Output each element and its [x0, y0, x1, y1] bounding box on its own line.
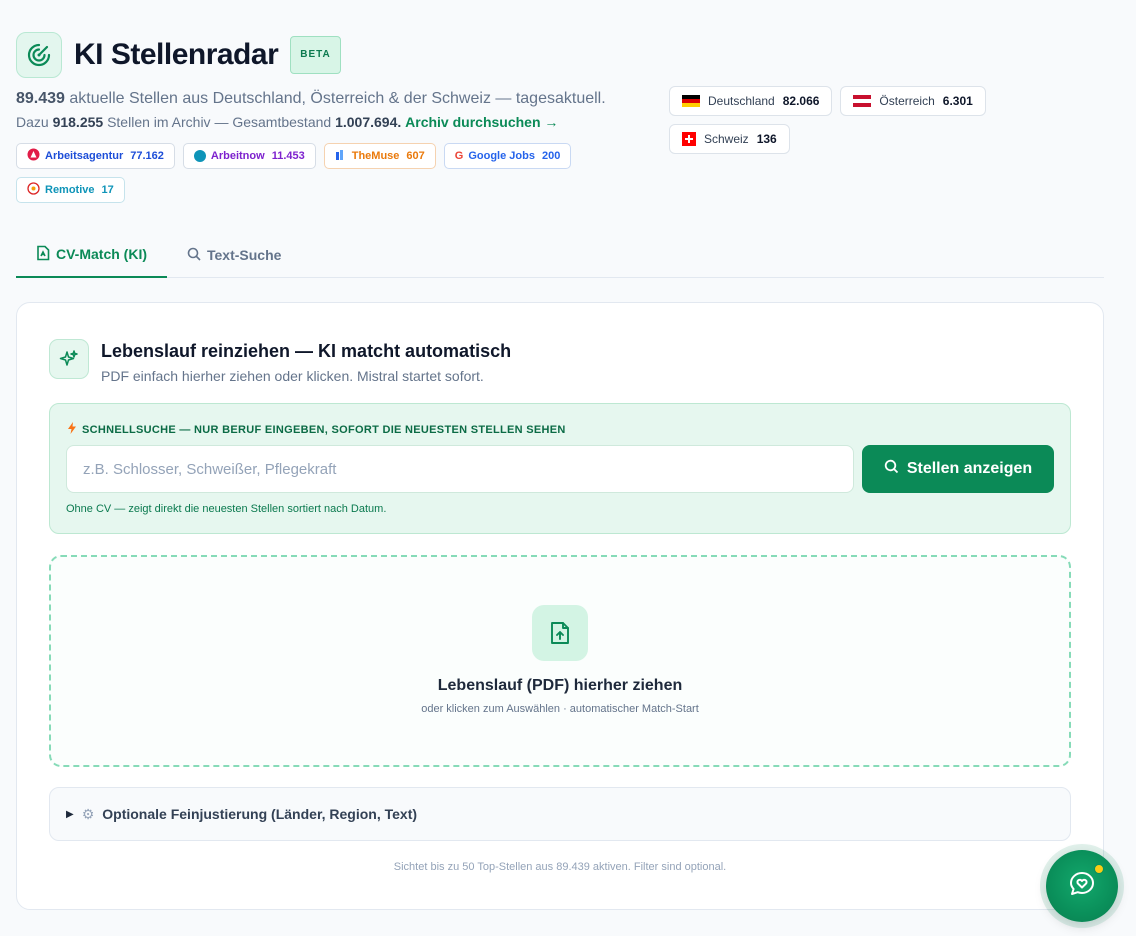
sparkles-icon [49, 339, 89, 379]
card-footer-note: Sichtet bis zu 50 Top-Stellen aus 89.439… [393, 861, 727, 873]
job-search-input[interactable] [66, 445, 854, 493]
source-name: Remotive [45, 184, 95, 196]
quick-search-panel: SCHNELLSUCHE — NUR BERUF EINGEBEN, SOFOR… [49, 403, 1071, 534]
themuse-icon [335, 149, 347, 164]
archive-mid: Stellen im Archiv — Gesamtbestand [107, 114, 332, 130]
country-name: Schweiz [704, 132, 749, 146]
tab-cv-match[interactable]: CV-Match (KI) [16, 232, 167, 278]
show-jobs-button-label: Stellen anzeigen [906, 460, 1033, 477]
radar-logo-icon [16, 32, 62, 78]
archive-stats: Dazu 918.255 Stellen im Archiv — Gesamtb… [16, 114, 656, 130]
remotive-icon [27, 182, 40, 198]
arbeitsagentur-icon [27, 148, 40, 164]
country-count: 6.301 [942, 94, 973, 108]
source-count: 200 [541, 150, 561, 162]
de-flag-icon [682, 95, 700, 107]
source-arbeitnow[interactable]: Arbeitnow 11.453 [182, 143, 316, 169]
active-stats: 89.439 aktuelle Stellen aus Deutschland,… [16, 90, 656, 108]
tab-label: Text-Suche [207, 247, 282, 263]
country-count: 136 [756, 132, 777, 146]
title-row: KI Stellenradar BETA [16, 32, 656, 78]
mode-tabs: CV-Match (KI) Text-Suche [16, 232, 1104, 278]
dropzone-subtitle: oder klicken zum Auswählen · automatisch… [421, 703, 699, 715]
gear-icon: ⚙ [81, 805, 95, 822]
caret-right-icon: ▶ [66, 808, 74, 820]
country-name: Österreich [879, 94, 935, 108]
card-subtitle: PDF einfach hierher ziehen oder klicken.… [101, 368, 484, 384]
beta-badge: BETA [290, 36, 341, 74]
tab-text-suche[interactable]: Text-Suche [167, 232, 301, 278]
document-icon [36, 245, 50, 264]
quick-search-label-text: SCHNELLSUCHE — NUR BERUF EINGEBEN, SOFOR… [82, 423, 566, 436]
google-icon: G [454, 150, 464, 162]
search-icon [187, 247, 201, 264]
country-oesterreich[interactable]: Österreich 6.301 [840, 86, 986, 116]
quick-search-label: SCHNELLSUCHE — NUR BERUF EINGEBEN, SOFOR… [68, 422, 566, 437]
notification-dot [1094, 864, 1104, 874]
country-count: 82.066 [782, 94, 820, 108]
tab-label: CV-Match (KI) [56, 246, 147, 262]
show-jobs-button[interactable]: Stellen anzeigen [862, 445, 1054, 493]
arbeitnow-icon [193, 150, 206, 162]
at-flag-icon [853, 95, 872, 107]
heart-chat-icon [1068, 870, 1096, 903]
cv-match-card: Lebenslauf reinziehen — KI matcht automa… [16, 302, 1104, 910]
header: KI Stellenradar BETA 89.439 aktuelle Ste… [16, 32, 656, 203]
dropzone-title: Lebenslauf (PDF) hierher ziehen [437, 677, 683, 694]
source-count: 607 [406, 150, 425, 162]
archive-prefix: Dazu [16, 114, 49, 130]
lightning-icon [68, 422, 76, 437]
active-count: 89.439 [16, 90, 65, 107]
cv-dropzone[interactable]: Lebenslauf (PDF) hierher ziehen oder kli… [49, 555, 1071, 767]
country-name: Deutschland [708, 94, 775, 108]
advanced-options-toggle[interactable]: ▶ ⚙ Optionale Feinjustierung (Länder, Re… [49, 787, 1071, 841]
chat-feedback-button[interactable] [1046, 850, 1118, 922]
file-upload-icon [532, 605, 588, 661]
source-google-jobs[interactable]: G Google Jobs 200 [443, 143, 572, 169]
source-name: Arbeitnow [210, 150, 265, 162]
total-count: 1.007.694. [335, 114, 402, 130]
search-icon [884, 459, 899, 479]
active-text: aktuelle Stellen aus Deutschland, Österr… [69, 90, 606, 107]
archive-search-link[interactable]: Archiv durchsuchen → [405, 114, 558, 130]
source-name: Arbeitsagentur [45, 150, 124, 162]
source-remotive[interactable]: Remotive 17 [16, 177, 125, 203]
source-list: Arbeitsagentur 77.162 Arbeitnow 11.453 T… [16, 143, 616, 203]
source-count: 11.453 [271, 150, 305, 162]
source-arbeitsagentur[interactable]: Arbeitsagentur 77.162 [16, 143, 175, 169]
app-title: KI Stellenradar [74, 38, 279, 71]
quick-search-hint: Ohne CV — zeigt direkt die neuesten Stel… [66, 503, 387, 515]
source-count: 77.162 [130, 150, 164, 162]
card-header: Lebenslauf reinziehen — KI matcht automa… [49, 339, 511, 384]
country-schweiz[interactable]: Schweiz 136 [669, 124, 790, 154]
card-heading-text: Lebenslauf reinziehen — KI matcht automa… [101, 339, 511, 384]
ch-flag-icon [682, 132, 696, 146]
card-title: Lebenslauf reinziehen — KI matcht automa… [101, 341, 512, 361]
source-count: 17 [101, 184, 114, 196]
country-deutschland[interactable]: Deutschland 82.066 [669, 86, 833, 116]
source-themuse[interactable]: TheMuse 607 [323, 143, 436, 169]
source-name: TheMuse [351, 150, 400, 162]
advanced-options-label: Optionale Feinjustierung (Länder, Region… [102, 806, 418, 822]
source-name: Google Jobs [468, 150, 535, 162]
archive-count: 918.255 [52, 114, 104, 130]
country-filter-list: Deutschland 82.066 Österreich 6.301 Schw… [669, 86, 1029, 154]
